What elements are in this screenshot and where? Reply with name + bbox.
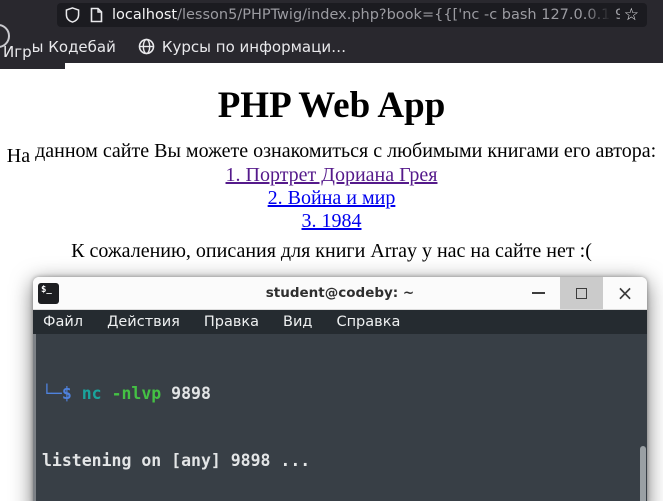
book-link-2[interactable]: 2. Война и мир	[0, 187, 663, 210]
minimize-button[interactable]	[516, 277, 560, 309]
terminal-titlebar[interactable]: $_ student@codeby: ~ ×	[33, 277, 647, 310]
menu-edit[interactable]: Правка	[204, 314, 259, 330]
shield-icon[interactable]	[65, 7, 80, 23]
url-bar[interactable]: localhost/lesson5/PHPTwig/index.php?book…	[57, 3, 647, 27]
book-links: 1. Портрет Дориана Грея 2. Война и мир 3…	[0, 164, 663, 233]
screen: localhost/lesson5/PHPTwig/index.php?book…	[0, 0, 663, 501]
bookmarks-bar: Игр ы Кодебай Курсы по информаци…	[0, 30, 663, 63]
bookmarks-bar-notch	[0, 63, 65, 69]
maximize-icon	[576, 287, 587, 299]
minimize-icon	[531, 292, 545, 294]
terminal-window: $_ student@codeby: ~ × Файл Действия Пра…	[33, 277, 647, 501]
prompt-command: nc	[81, 383, 102, 403]
book-not-found-message: К сожалению, описания для книги Array у …	[71, 240, 592, 262]
bookmark-label-part: Игр	[3, 42, 32, 61]
menu-file[interactable]: Файл	[43, 314, 83, 330]
terminal-prompt-line: └─$ nc -nlvp 9898	[42, 383, 647, 405]
bookmark-label: Курсы по информаци…	[161, 37, 347, 56]
terminal-output: └─$ nc -nlvp 9898 listening on [any] 989…	[33, 334, 647, 501]
intro-text: На данном сайте Вы можете ознакомиться с…	[0, 140, 663, 167]
maximize-button[interactable]	[560, 277, 603, 309]
close-icon: ×	[616, 281, 634, 305]
url-text[interactable]: localhost/lesson5/PHPTwig/index.php?book…	[112, 7, 620, 23]
menu-help[interactable]: Справка	[336, 314, 400, 330]
prompt-port: 9898	[171, 383, 211, 403]
terminal-scrollbar[interactable]	[640, 446, 646, 501]
url-fade	[585, 3, 615, 27]
browser-toolbar: localhost/lesson5/PHPTwig/index.php?book…	[0, 0, 663, 48]
menu-view[interactable]: Вид	[283, 314, 312, 330]
prompt-symbol: └─$	[42, 383, 72, 403]
prompt-args: -nlvp	[111, 383, 162, 403]
book-link-3[interactable]: 3. 1984	[0, 210, 663, 233]
bookmark-star-icon[interactable]: ☆	[624, 6, 639, 24]
terminal-line: listening on [any] 9898 ...	[42, 451, 311, 471]
url-host: localhost	[112, 7, 178, 23]
page-title: PHP Web App	[217, 85, 446, 126]
terminal-menubar: Файл Действия Правка Вид Справка	[33, 310, 647, 334]
book-link-1[interactable]: 1. Портрет Дориана Грея	[0, 164, 663, 187]
intro-rest: данном сайте Вы можете ознакомиться с лю…	[30, 140, 657, 162]
page-icon[interactable]	[90, 7, 103, 23]
window-controls: ×	[516, 277, 647, 309]
url-path: /lesson5/PHPTwig/index.php?book={{['nc -…	[177, 7, 620, 23]
bookmark-label-part: ы Кодебай	[31, 37, 116, 56]
globe-icon	[138, 38, 155, 55]
close-button[interactable]: ×	[603, 277, 647, 309]
bookmark-item-courses[interactable]: Курсы по информаци…	[138, 38, 346, 56]
bookmark-item-codeby-games[interactable]: Игр ы Кодебай	[3, 37, 116, 61]
menu-actions[interactable]: Действия	[107, 314, 180, 330]
